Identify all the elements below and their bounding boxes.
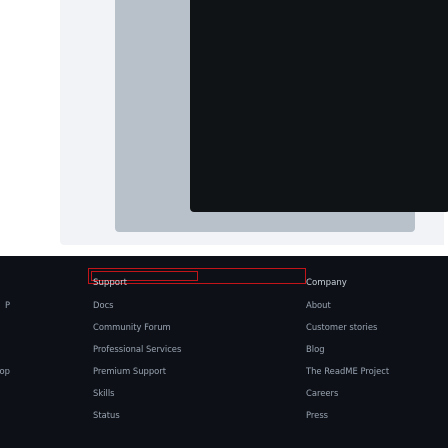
footer-link-press[interactable]: Press [304,404,444,426]
footer-link-careers[interactable]: Careers [304,382,444,404]
hero-device-frame [115,0,448,232]
footer-spacer [0,272,10,294]
footer-spacer [0,316,10,338]
footer-link-readme-project[interactable]: The ReadME Project [304,360,444,382]
footer-column-company: Company About Customer stories Blog The … [304,272,444,426]
footer-link-docs[interactable]: Docs [91,294,197,316]
footer-spacer [0,338,10,360]
footer-link-premium-support[interactable]: Premium Support [91,360,197,382]
hero-background [60,0,448,245]
hero-device-screen [190,0,448,212]
footer-column-support: Support Docs Community Forum Professiona… [91,272,197,426]
footer-link-skills[interactable]: Skills [91,382,197,404]
footer-link-partial[interactable]: top [0,360,10,382]
footer-link-blog[interactable]: Blog [304,338,444,360]
site-footer: P top Support Docs Community Forum Profe… [0,256,448,448]
footer-link-community-forum[interactable]: Community Forum [91,316,197,338]
footer-link-customer-stories[interactable]: Customer stories [304,316,444,338]
footer-link-partial[interactable]: P [0,294,10,316]
footer-column-left-partial: P top [0,272,10,382]
footer-heading-company: Company [306,278,347,288]
footer-heading-support: Support [93,278,127,288]
footer-link-professional-services[interactable]: Professional Services [91,338,197,360]
footer-link-status[interactable]: Status [91,404,197,426]
footer-link-about[interactable]: About [304,294,444,316]
